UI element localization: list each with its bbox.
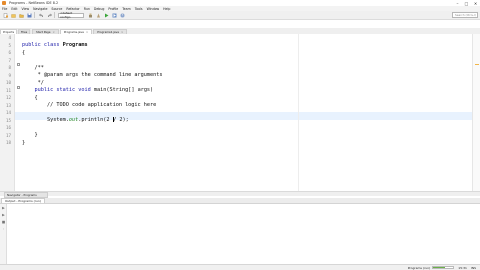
line-number: 4: [8, 35, 11, 40]
line-number: 8: [8, 65, 11, 70]
menu-tools[interactable]: Tools: [135, 7, 143, 11]
static-field: out: [68, 117, 79, 123]
code-line: }: [22, 139, 26, 146]
undo-icon[interactable]: [38, 12, 44, 18]
progress-fill: [433, 267, 446, 268]
menu-debug[interactable]: Debug: [94, 7, 104, 11]
rerun-icon[interactable]: ▶: [1, 206, 6, 211]
output-side-toolbar: ▶ ▶ ■ ◦: [0, 204, 7, 264]
save-all-icon[interactable]: [26, 12, 32, 18]
code-text: / 2);: [113, 117, 129, 123]
redo-icon[interactable]: [46, 12, 52, 18]
menu-file[interactable]: File: [2, 7, 7, 11]
error-stripe[interactable]: [472, 34, 480, 191]
line-number: 14: [5, 110, 11, 115]
method-signature: main(String[] args): [93, 87, 154, 93]
insert-mode: INS: [470, 265, 476, 270]
fold-toggle-icon[interactable]: [17, 86, 20, 89]
debug-icon[interactable]: [111, 12, 117, 18]
code-keyword: public static void: [22, 87, 94, 93]
line-number: 6: [8, 50, 11, 55]
tab-output-run[interactable]: Output - Programs (run): [1, 198, 45, 203]
line-number: 5: [8, 42, 11, 48]
status-bar: Programs (run) 15:31 INS: [0, 264, 480, 270]
settings-icon[interactable]: ◦: [1, 227, 6, 232]
code-comment: /**: [22, 64, 44, 71]
line-number: 7: [8, 57, 11, 63]
code-comment: * @param args the command line arguments: [22, 72, 163, 78]
stripe-marker[interactable]: [475, 64, 479, 65]
code-text: System.: [22, 117, 69, 123]
menu-team[interactable]: Team: [122, 7, 130, 11]
code-line: public static void main(String[] args): [22, 87, 153, 95]
menu-window[interactable]: Window: [147, 7, 160, 11]
menu-view[interactable]: View: [22, 7, 30, 11]
rerun-modified-icon[interactable]: ▶: [1, 213, 6, 218]
editor-bottom-strip: [0, 191, 480, 196]
line-number-gutter: 4 5 6 7 8 9 10 11 12 13 14 15 16 17 18: [0, 34, 15, 191]
code-line: {: [22, 94, 38, 101]
toolbar-separator: [34, 12, 35, 18]
code-line: {: [22, 49, 26, 56]
fold-toggle-icon[interactable]: [17, 63, 20, 66]
code-line: }: [22, 132, 38, 138]
menu-source[interactable]: Source: [51, 7, 62, 11]
progress-bar[interactable]: [432, 266, 455, 269]
new-project-icon[interactable]: [10, 12, 16, 18]
line-number: 15: [5, 117, 11, 123]
progress-label: Programs (run): [407, 265, 431, 270]
menu-edit[interactable]: Edit: [11, 7, 17, 11]
stop-icon[interactable]: ■: [1, 220, 6, 225]
menu-refactor[interactable]: Refactor: [66, 7, 79, 11]
code-line-current: System.out.println(2 / 2);: [22, 117, 129, 125]
menu-navigate[interactable]: Navigate: [33, 7, 47, 11]
new-file-icon[interactable]: [2, 12, 8, 18]
configuration-select[interactable]: <default config>: [58, 11, 84, 19]
menu-run[interactable]: Run: [84, 7, 90, 11]
search-input[interactable]: Search (Ctrl+I): [452, 12, 478, 18]
window-title: Programs - NetBeans IDE 8.2: [9, 1, 59, 5]
line-number: 17: [5, 132, 11, 138]
line-number: 10: [5, 80, 11, 85]
code-comment: */: [22, 79, 44, 86]
profile-icon[interactable]: [119, 12, 125, 18]
menu-help[interactable]: Help: [163, 7, 170, 11]
toolbar-separator: [54, 12, 55, 18]
code-editor[interactable]: public class Programs { /** * @param arg…: [22, 34, 472, 191]
open-project-icon[interactable]: [18, 12, 24, 18]
netbeans-logo-icon: [2, 1, 6, 5]
clean-build-icon[interactable]: [95, 12, 101, 18]
line-number: 18: [5, 140, 11, 145]
line-number: 13: [5, 102, 11, 108]
code-keyword: public class: [22, 42, 63, 48]
toolbar: <default config> Search (Ctrl+I): [0, 11, 480, 20]
line-number: 16: [5, 125, 11, 130]
run-icon[interactable]: [103, 12, 109, 18]
class-name: Programs: [62, 42, 88, 48]
menu-profile[interactable]: Profile: [108, 7, 118, 11]
build-icon[interactable]: [87, 12, 93, 18]
line-number: 12: [5, 95, 11, 100]
caret-position: 15:31: [458, 265, 467, 270]
code-text: .println(2: [78, 117, 113, 123]
code-line: public class Programs: [22, 42, 88, 50]
code-comment: // TODO code application logic here: [22, 102, 157, 108]
output-panel[interactable]: [0, 204, 480, 264]
line-number: 11: [5, 87, 11, 93]
line-number: 9: [8, 72, 11, 78]
